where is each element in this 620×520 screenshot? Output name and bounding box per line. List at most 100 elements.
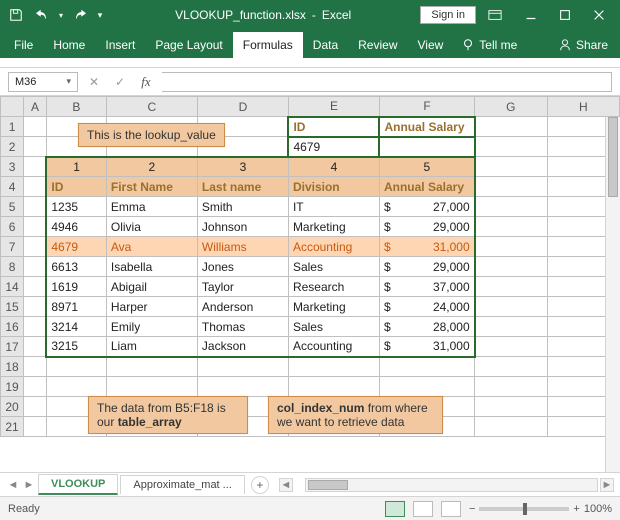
cell[interactable]: 3214 [46, 317, 106, 337]
cell[interactable] [106, 377, 197, 397]
cell[interactable] [24, 297, 47, 317]
horizontal-scrollbar[interactable] [305, 478, 598, 492]
row-header[interactable]: 6 [1, 217, 24, 237]
cell[interactable] [475, 157, 547, 177]
sheet-tab[interactable]: Approximate_mat ... [120, 475, 244, 494]
cell[interactable] [379, 357, 474, 377]
cell[interactable] [24, 217, 47, 237]
col-header[interactable]: C [106, 97, 197, 117]
cell[interactable] [475, 397, 547, 417]
cell[interactable] [46, 357, 106, 377]
row-header[interactable]: 8 [1, 257, 24, 277]
col-header[interactable]: E [288, 97, 379, 117]
cell[interactable] [24, 377, 47, 397]
zoom-out-icon[interactable]: − [469, 503, 475, 515]
cell[interactable] [24, 397, 47, 417]
cell[interactable]: 3215 [46, 337, 106, 357]
cell[interactable] [197, 357, 288, 377]
row-header[interactable]: 3 [1, 157, 24, 177]
sheet-nav-prev-icon[interactable]: ◄ [6, 479, 20, 491]
cell[interactable]: Jackson [197, 337, 288, 357]
cell[interactable] [24, 177, 47, 197]
formula-input[interactable] [162, 72, 612, 92]
cell-result[interactable] [379, 137, 474, 157]
minimize-button[interactable] [514, 3, 548, 27]
cell[interactable]: Johnson [197, 217, 288, 237]
cell[interactable]: Research [288, 277, 379, 297]
cell[interactable] [475, 137, 547, 157]
zoom-slider[interactable] [479, 507, 569, 511]
cell[interactable]: Emily [106, 317, 197, 337]
cell[interactable] [475, 177, 547, 197]
cell[interactable]: $31,000 [379, 337, 474, 357]
hscroll-right-icon[interactable]: ► [600, 478, 614, 492]
cancel-formula-icon[interactable]: ✕ [84, 72, 104, 92]
cell[interactable] [24, 277, 47, 297]
cell[interactable] [475, 257, 547, 277]
cell[interactable] [288, 377, 379, 397]
view-page-break-button[interactable] [441, 501, 461, 517]
cell[interactable]: Marketing [288, 217, 379, 237]
tab-insert[interactable]: Insert [95, 32, 145, 58]
undo-dropdown[interactable]: ▾ [56, 3, 66, 27]
cell[interactable]: 6613 [46, 257, 106, 277]
tab-data[interactable]: Data [303, 32, 348, 58]
cell-lookup-value[interactable]: 4679 [288, 137, 379, 157]
col-header[interactable]: H [547, 97, 619, 117]
cell[interactable]: Jones [197, 257, 288, 277]
cell[interactable]: $27,000 [379, 197, 474, 217]
add-sheet-button[interactable]: + [251, 476, 269, 494]
cell[interactable] [24, 197, 47, 217]
cell[interactable]: Taylor [197, 277, 288, 297]
cell[interactable]: $29,000 [379, 217, 474, 237]
share-button[interactable]: Share [550, 32, 616, 58]
row-header[interactable]: 5 [1, 197, 24, 217]
cell-colheader[interactable]: Division [288, 177, 379, 197]
col-header[interactable]: G [475, 97, 547, 117]
cell[interactable]: Emma [106, 197, 197, 217]
cell[interactable] [24, 257, 47, 277]
cell[interactable] [475, 337, 547, 357]
col-header[interactable]: A [24, 97, 47, 117]
cell[interactable]: Smith [197, 197, 288, 217]
cell[interactable] [475, 377, 547, 397]
cell[interactable]: Olivia [106, 217, 197, 237]
row-header[interactable]: 20 [1, 397, 24, 417]
row-header[interactable]: 2 [1, 137, 24, 157]
tab-home[interactable]: Home [43, 32, 95, 58]
row-header[interactable]: 16 [1, 317, 24, 337]
row-header[interactable]: 15 [1, 297, 24, 317]
cell[interactable]: Harper [106, 297, 197, 317]
cell[interactable] [24, 137, 47, 157]
cell[interactable] [24, 417, 47, 437]
cell[interactable] [24, 157, 47, 177]
cell[interactable] [24, 317, 47, 337]
cell-header-id[interactable]: ID [288, 117, 379, 137]
sign-in-button[interactable]: Sign in [420, 6, 476, 24]
cell[interactable] [24, 237, 47, 257]
cell-colheader[interactable]: First Name [106, 177, 197, 197]
cell-index[interactable]: 1 [46, 157, 106, 177]
cell[interactable]: 1619 [46, 277, 106, 297]
row-header[interactable]: 14 [1, 277, 24, 297]
tab-page-layout[interactable]: Page Layout [145, 32, 232, 58]
cell-index[interactable]: 2 [106, 157, 197, 177]
zoom-value[interactable]: 100% [584, 503, 612, 515]
cell[interactable]: IT [288, 197, 379, 217]
cell[interactable] [24, 117, 47, 137]
cell[interactable] [197, 377, 288, 397]
cell[interactable]: 4679 [46, 237, 106, 257]
cell[interactable]: Sales [288, 317, 379, 337]
cell[interactable] [24, 337, 47, 357]
spreadsheet-grid[interactable]: A B C D E F G H 1 ID Annual Salary 2 [0, 96, 620, 472]
row-header[interactable]: 1 [1, 117, 24, 137]
cell-header-salary[interactable]: Annual Salary [379, 117, 474, 137]
tab-review[interactable]: Review [348, 32, 407, 58]
cell[interactable]: Williams [197, 237, 288, 257]
fx-icon[interactable]: fx [136, 72, 156, 92]
row-header[interactable]: 17 [1, 337, 24, 357]
cell-index[interactable]: 3 [197, 157, 288, 177]
cell[interactable]: Isabella [106, 257, 197, 277]
row-header[interactable]: 18 [1, 357, 24, 377]
cell[interactable]: Accounting [288, 337, 379, 357]
